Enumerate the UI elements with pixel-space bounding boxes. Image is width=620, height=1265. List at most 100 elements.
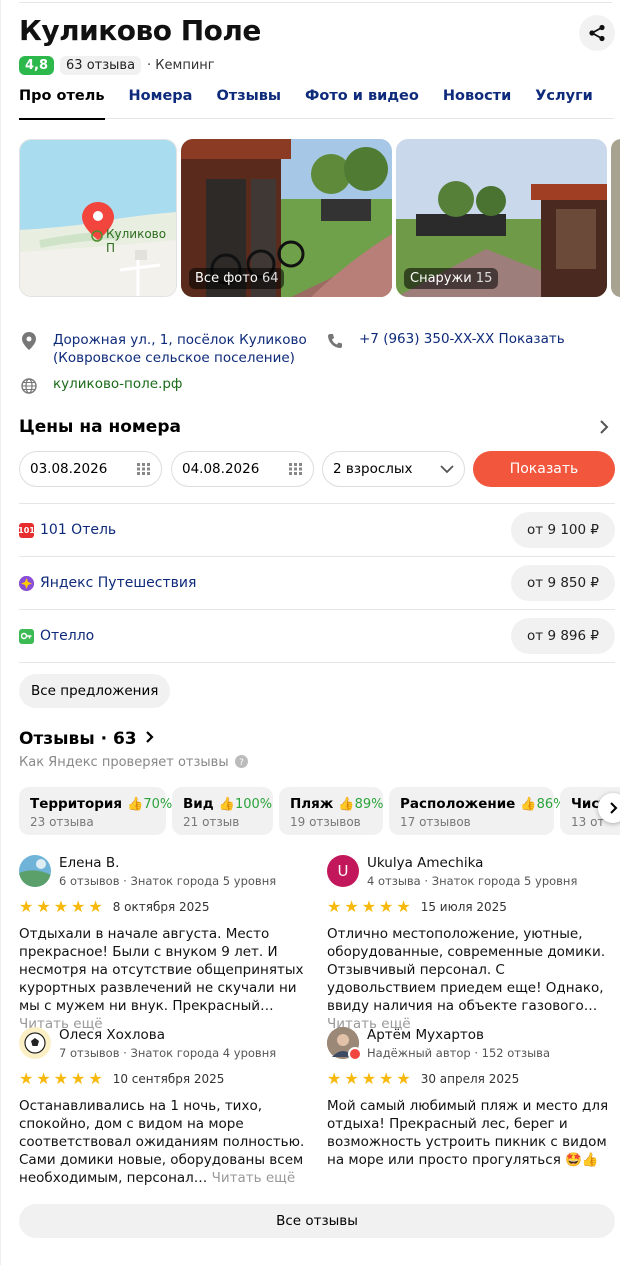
101-icon: 101	[18, 522, 35, 538]
website-row[interactable]: куликово-поле.рф	[19, 376, 182, 396]
star-icon: ★	[71, 1069, 86, 1088]
checkin-value: 03.08.2026	[30, 461, 108, 477]
offer-price-button[interactable]: от 9 896 ₽	[511, 618, 615, 654]
offer-provider: Отелло	[19, 628, 94, 644]
star-icon: ★	[396, 897, 411, 916]
checkout-date-field[interactable]: 04.08.2026	[171, 451, 314, 487]
review-author[interactable]: Артём Мухартов	[367, 1027, 550, 1043]
avatar[interactable]: U	[327, 855, 359, 887]
chevron-right-icon	[145, 731, 154, 743]
aspects-next-button[interactable]	[598, 793, 620, 823]
read-more-link[interactable]: Читать ещё	[212, 1170, 296, 1186]
soccer-ball-icon	[24, 1032, 46, 1054]
review-body: Мой самый любимый пляж и место для отдых…	[327, 1098, 609, 1168]
aspect-name: Территория	[30, 796, 123, 812]
all-offers-button[interactable]: Все предложения	[19, 674, 171, 708]
tab-news[interactable]: Новости	[443, 88, 511, 119]
tab-reviews[interactable]: Отзывы	[216, 88, 281, 119]
share-icon	[589, 24, 605, 42]
offer-row[interactable]: Отелло от 9 896 ₽	[19, 609, 615, 662]
review-author-meta: 6 отзывов · Знаток города 5 уровня	[59, 874, 277, 888]
all-reviews-button[interactable]: Все отзывы	[19, 1204, 615, 1238]
hotel-meta: 4,8 63 отзыва · Кемпинг	[19, 56, 215, 75]
photo-gallery: Куликово П Все фото 64 Снаружи 15	[19, 139, 620, 297]
share-button[interactable]	[579, 15, 615, 51]
reviews-count-link[interactable]: 63 отзыва	[60, 56, 142, 75]
review-date: 30 апреля 2025	[420, 1072, 520, 1086]
review-author[interactable]: Елена В.	[59, 855, 276, 871]
calendar-icon	[289, 463, 302, 475]
checkin-date-field[interactable]: 03.08.2026	[19, 451, 162, 487]
aspect-chip[interactable]: Пляж 👍89% 19 отзывов	[279, 787, 383, 835]
address-line2: (Ковровское сельское поселение)	[53, 350, 295, 366]
phone-icon	[325, 331, 345, 351]
address-row[interactable]: Дорожная ул., 1, посёлок Куликово (Ковро…	[19, 331, 319, 367]
offer-row[interactable]: 101 101 Отель от 9 100 ₽	[18, 503, 615, 556]
tab-about[interactable]: Про отель	[19, 88, 105, 120]
star-icon: ★	[344, 1069, 359, 1088]
avatar[interactable]	[19, 855, 51, 887]
rating-badge[interactable]: 4,8	[19, 56, 55, 75]
website-link: куликово-поле.рф	[53, 376, 183, 392]
tab-photos[interactable]: Фото и видео	[305, 88, 419, 119]
star-icon: ★	[36, 897, 51, 916]
tab-rooms[interactable]: Номера	[129, 88, 193, 119]
star-icon: ★	[36, 1069, 51, 1088]
avatar[interactable]	[327, 1027, 362, 1061]
review-author-meta: 4 отзыва · Знаток города 5 уровня	[367, 874, 578, 888]
offer-price-button[interactable]: от 9 100 ₽	[511, 512, 615, 548]
aspect-name: Расположение	[400, 796, 516, 812]
aspect-count: 23 отзыва	[30, 815, 94, 829]
star-icon: ★	[19, 897, 34, 916]
offer-price-button[interactable]: от 9 850 ₽	[511, 565, 615, 601]
photo-all[interactable]: Все фото 64	[181, 139, 392, 297]
aspect-name: Вид	[183, 796, 214, 812]
yandex-travel-icon	[19, 575, 34, 591]
svg-text:?: ?	[239, 758, 244, 768]
offer-provider: Яндекс Путешествия	[19, 575, 196, 591]
chevron-down-icon	[440, 465, 454, 473]
aspect-chip[interactable]: Территория 👍70% 23 отзыва	[19, 787, 172, 835]
address-text: Дорожная ул., 1, посёлок Куликово (Ковро…	[53, 331, 307, 367]
avatar[interactable]	[19, 1027, 51, 1059]
map-thumbnail[interactable]: Куликово П	[19, 139, 177, 297]
review-author[interactable]: Олеся Хохлова	[59, 1027, 276, 1043]
aspect-chip[interactable]: Вид 👍100% 21 отзыв	[172, 787, 273, 835]
review-author[interactable]: Ukulya Amechika	[367, 855, 577, 871]
photo-outside[interactable]: Снаружи 15	[396, 139, 607, 297]
thumb-up-icon: 👍	[338, 797, 355, 812]
star-icon: ★	[361, 1069, 377, 1088]
review-text: Останавливались на 1 ночь, тихо, спокойн…	[19, 1097, 309, 1187]
tab-services[interactable]: Услуги	[535, 88, 593, 119]
thumb-up-icon: 👍	[520, 797, 537, 812]
reviews-title-link[interactable]: Отзывы · 63	[19, 729, 155, 749]
review-text: Отлично местоположение, уютные, оборудов…	[327, 925, 617, 1033]
reviews-title: Отзывы · 63	[19, 729, 137, 749]
checkout-value: 04.08.2026	[182, 461, 260, 477]
show-prices-button[interactable]: Показать	[473, 451, 615, 487]
reviews-verification-link[interactable]: Как Яндекс проверяет отзывы ?	[19, 755, 248, 770]
aspect-chip[interactable]: Расположение 👍86% 17 отзывов	[389, 787, 566, 835]
photo-next[interactable]	[611, 139, 620, 297]
aspect-percent: 70%	[143, 797, 173, 812]
aspect-count: 21 отзыв	[183, 815, 240, 829]
prices-title: Цены на номера	[19, 417, 181, 437]
calendar-icon	[137, 463, 150, 475]
offer-name: Отелло	[40, 628, 95, 644]
phone-row[interactable]: +7 (963) 350-XX-XX Показать	[325, 331, 565, 351]
review-author-meta: 7 отзывов · Знаток города 4 уровня	[59, 1046, 277, 1060]
review-card: Елена В. 6 отзывов · Знаток города 5 уро…	[19, 855, 309, 1033]
offer-provider: 101 101 Отель	[18, 522, 116, 538]
review-stars: ★ ★ ★ ★ ★ 15 июля 2025	[327, 899, 617, 915]
address-line1: Дорожная ул., 1, посёлок Куликово	[53, 332, 307, 348]
photo-image	[611, 139, 620, 297]
map-image	[20, 140, 176, 296]
guests-select[interactable]: 2 взрослых	[322, 451, 465, 487]
aspect-count: 19 отзывов	[290, 815, 361, 829]
thumb-up-icon: 👍	[127, 797, 144, 812]
offer-row[interactable]: Яндекс Путешествия от 9 850 ₽	[19, 556, 615, 609]
chevron-right-icon[interactable]	[599, 419, 609, 440]
star-icon: ★	[379, 1069, 394, 1088]
map-label: Куликово П	[106, 227, 167, 255]
offer-name: Яндекс Путешествия	[40, 575, 197, 591]
